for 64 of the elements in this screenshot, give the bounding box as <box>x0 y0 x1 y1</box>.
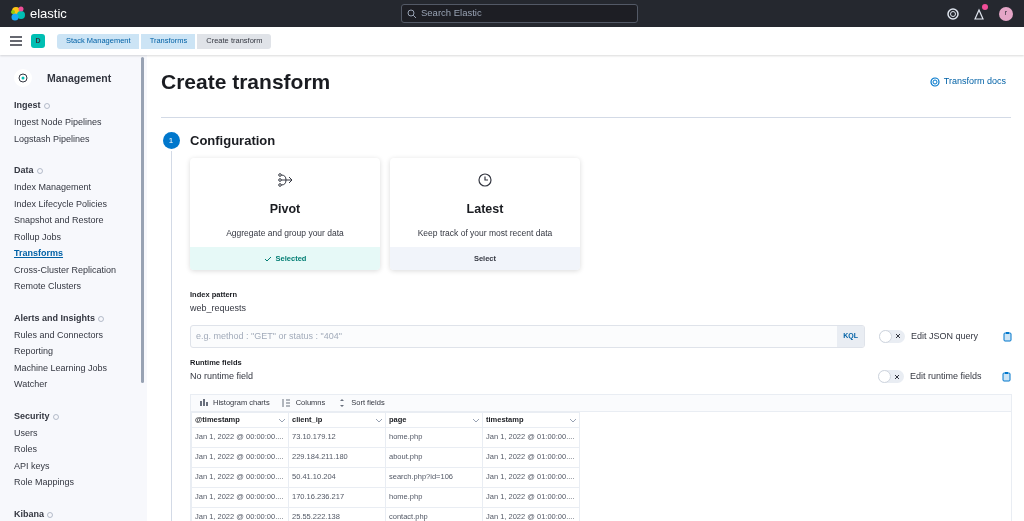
info-icon <box>43 103 50 109</box>
cross-icon <box>894 373 900 380</box>
sidebar-item[interactable]: Cross-Cluster Replication <box>14 261 117 278</box>
sidebar-item[interactable]: Roles <box>14 441 37 458</box>
pivot-icon <box>277 173 293 188</box>
sidebar-item[interactable]: Transforms <box>14 245 64 262</box>
columns-icon <box>281 398 291 407</box>
search-field[interactable]: Search Elastic <box>401 4 638 23</box>
sidebar-item[interactable]: API keys <box>14 457 50 474</box>
help-icon[interactable] <box>947 7 959 20</box>
chevron-icon <box>375 416 382 423</box>
sidebar-item[interactable]: Reporting <box>14 343 54 360</box>
info-icon <box>52 413 59 420</box>
info-icon <box>98 315 104 322</box>
card-title: Latest <box>466 201 504 218</box>
histogram-icon <box>199 398 208 407</box>
check-icon <box>263 254 272 263</box>
sidebar-item[interactable]: Ingest Node Pipelines <box>14 114 102 131</box>
sidebar-item[interactable]: Index Management <box>14 179 92 196</box>
clipboard-icon[interactable] <box>1002 371 1011 383</box>
section-title: Data <box>14 164 34 178</box>
help-icon <box>929 77 940 87</box>
sidebar-item[interactable]: Rollup Jobs <box>14 228 62 245</box>
field-value: web_requests <box>190 302 248 316</box>
chevron-icon <box>472 416 479 423</box>
toggle-label: Edit runtime fields <box>910 370 983 383</box>
card-description: Keep track of your most recent data <box>417 226 553 240</box>
chevron-icon <box>569 416 576 423</box>
field-value: No runtime field <box>190 370 254 383</box>
section-title: Ingest <box>14 99 41 113</box>
toggle-label: Edit JSON query <box>911 329 980 343</box>
sidebar-item[interactable]: Remote Clusters <box>14 278 82 295</box>
sidebar-item[interactable]: Machine Learning Jobs <box>14 359 108 376</box>
info-icon <box>36 168 43 174</box>
cross-icon <box>895 333 901 340</box>
clock-icon <box>477 173 493 188</box>
section-title: Kibana <box>14 507 44 521</box>
toggle-switch[interactable] <box>879 329 905 343</box>
info-icon <box>47 511 53 518</box>
step-title: Configuration <box>190 132 277 149</box>
section-title: Alerts and Insights <box>14 311 95 325</box>
card-title: Pivot <box>269 201 301 218</box>
card-description: Aggregate and group your data <box>226 226 344 240</box>
sidebar-item[interactable]: Users <box>14 424 38 441</box>
sidebar-item[interactable]: Rules and Connectors <box>14 326 104 343</box>
menu-icon[interactable] <box>10 36 22 46</box>
news-icon[interactable] <box>973 7 985 20</box>
clipboard-icon[interactable] <box>1003 330 1012 342</box>
toggle-switch[interactable] <box>878 370 904 384</box>
sidebar-item[interactable]: Logstash Pipelines <box>14 130 90 147</box>
sidebar-item[interactable]: Role Mappings <box>14 474 75 491</box>
settings-icon <box>14 69 33 88</box>
chevron-icon <box>278 416 285 423</box>
logo-icon[interactable] <box>10 6 25 21</box>
search-icon <box>407 9 416 18</box>
sidebar-title: Management <box>47 70 112 86</box>
sidebar-item[interactable]: Index Lifecycle Policies <box>14 195 108 212</box>
step-number: 1 <box>162 132 180 149</box>
page-title: Create transform <box>161 69 331 96</box>
brand-name: elastic <box>30 4 67 23</box>
sidebar-item[interactable]: Watcher <box>14 376 48 393</box>
section-title: Security <box>14 409 50 423</box>
docs-link[interactable]: Transform docs <box>929 75 1006 89</box>
sidebar-item[interactable]: Snapshot and Restore <box>14 212 104 229</box>
